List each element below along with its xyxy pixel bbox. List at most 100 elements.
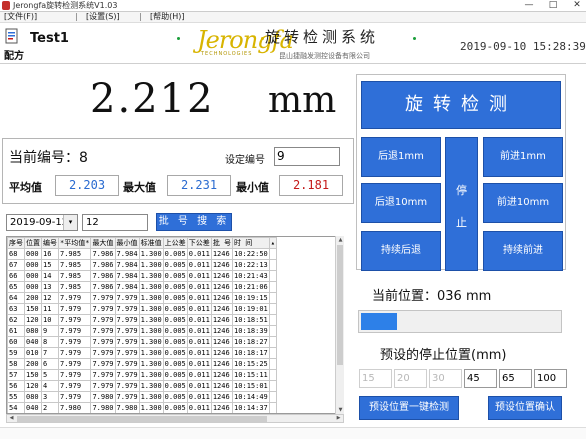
- table-cell: [268, 270, 277, 282]
- batch-number-input[interactable]: 12: [82, 214, 148, 231]
- test-name: Test1: [30, 31, 69, 46]
- table-cell: 200: [24, 358, 42, 370]
- minimize-button[interactable]: —: [522, 0, 536, 11]
- table-row[interactable]: 55 080 3 7.979 7.980 7.979 1.300 0.005 0.011 1246…: [7, 391, 277, 403]
- table-cell: 62: [7, 314, 25, 326]
- records-table[interactable]: 序号 位置 编号 *平均值* 最大值 最小值 标准值 上公差 下公差批 号时 间 ▴ 68 000 1…: [6, 236, 344, 414]
- set-number-input[interactable]: 9: [274, 147, 340, 166]
- back-10mm-button[interactable]: 后退10mm: [361, 183, 441, 223]
- logo-dot: [261, 37, 264, 40]
- table-row[interactable]: 58 200 6 7.979 7.979 7.979 1.300 0.005 0.011 1246…: [7, 358, 277, 370]
- table-cell: 7.985: [57, 270, 92, 282]
- table-column-header[interactable]: 批 号: [210, 237, 234, 249]
- scroll-down-icon[interactable]: ▼: [336, 406, 345, 414]
- table-cell: 10:15:25: [232, 358, 270, 370]
- preset-input-6[interactable]: 100: [534, 369, 567, 388]
- recipe-label[interactable]: 配方: [4, 47, 24, 62]
- table-row[interactable]: 68 000 16 7.985 7.986 7.984 1.300 0.005 0.011 124…: [7, 248, 277, 260]
- table-cell: 0.011: [186, 248, 212, 260]
- preset-input-4[interactable]: 45: [464, 369, 497, 388]
- continuous-back-button[interactable]: 持续后退: [361, 231, 441, 271]
- table-row[interactable]: 56 120 4 7.979 7.979 7.979 1.300 0.005 0.011 1246…: [7, 380, 277, 392]
- close-button[interactable]: ✕: [570, 0, 584, 11]
- table-cell: 1246: [210, 380, 234, 392]
- back-1mm-button[interactable]: 后退1mm: [361, 137, 441, 177]
- table-row[interactable]: 64 200 12 7.979 7.979 7.979 1.300 0.005 0.011 124…: [7, 292, 277, 304]
- table-cell: 58: [7, 358, 25, 370]
- table-cell: 7.979: [57, 292, 92, 304]
- table-cell: 0.005: [162, 325, 188, 337]
- preset-input-3[interactable]: 30: [429, 369, 462, 388]
- scroll-thumb[interactable]: [17, 416, 267, 422]
- table-cell: 7.979: [90, 336, 116, 348]
- table-cell: 080: [24, 325, 42, 337]
- table-row[interactable]: 61 080 9 7.979 7.979 7.979 1.300 0.005 0.011 1246…: [7, 325, 277, 337]
- table-cell: 1.300: [138, 248, 164, 260]
- table-column-header[interactable]: 上公差: [162, 237, 188, 249]
- scroll-up-icon[interactable]: ▲: [336, 236, 345, 244]
- document-icon[interactable]: [4, 28, 20, 45]
- table-cell: 150: [24, 303, 42, 315]
- table-cell: 080: [24, 391, 42, 403]
- table-column-header[interactable]: 时 间: [232, 237, 270, 249]
- table-cell: 0.011: [186, 402, 212, 413]
- table-row[interactable]: 65 000 13 7.985 7.986 7.984 1.300 0.005 0.011 124…: [7, 281, 277, 293]
- forward-1mm-button[interactable]: 前进1mm: [483, 137, 563, 177]
- stop-button[interactable]: 停 止: [445, 137, 478, 271]
- table-column-header[interactable]: 下公差: [186, 237, 212, 249]
- vertical-scrollbar[interactable]: ▲ ▼: [335, 236, 344, 414]
- forward-10mm-button[interactable]: 前进10mm: [483, 183, 563, 223]
- logo-subtitle: TECHNOLOGIES: [201, 51, 253, 57]
- table-cell: 10:22:13: [232, 259, 270, 271]
- company-logo: Jerongfa TECHNOLOGIES 旋转检测系统 昆山捷融发测控设备有限…: [177, 24, 417, 60]
- table-row[interactable]: 59 010 7 7.979 7.979 7.979 1.300 0.005 0.011 1246…: [7, 347, 277, 359]
- scroll-left-icon[interactable]: ◀: [7, 415, 16, 422]
- table-column-header[interactable]: *平均值*: [57, 237, 92, 249]
- table-column-header[interactable]: ▴: [268, 237, 277, 249]
- table-cell: [268, 358, 277, 370]
- preset-input-1[interactable]: 15: [359, 369, 392, 388]
- preset-confirm-button[interactable]: 预设位置确认: [488, 396, 562, 420]
- max-label: 最大值: [123, 181, 156, 194]
- table-column-header[interactable]: 标准值: [138, 237, 164, 249]
- scroll-right-icon[interactable]: ▶: [334, 415, 343, 422]
- table-row[interactable]: 66 000 14 7.985 7.986 7.984 1.300 0.005 0.011 124…: [7, 270, 277, 282]
- table-cell: [268, 380, 277, 392]
- table-column-header[interactable]: 序号: [7, 237, 25, 249]
- table-row[interactable]: 54 040 2 7.980 7.980 7.980 1.300 0.005 0.011 1246…: [7, 402, 277, 413]
- table-cell: 7.979: [57, 380, 92, 392]
- chevron-down-icon[interactable]: ▾: [63, 215, 77, 230]
- table-cell: 7.979: [114, 303, 140, 315]
- table-cell: 7: [41, 347, 59, 359]
- table-column-header[interactable]: 最大值: [90, 237, 116, 249]
- horizontal-scrollbar[interactable]: ◀ ▶: [6, 414, 344, 423]
- scroll-thumb[interactable]: [337, 245, 343, 365]
- preset-input-5[interactable]: 65: [499, 369, 532, 388]
- table-column-header[interactable]: 最小值: [114, 237, 140, 249]
- table-cell: 010: [24, 347, 42, 359]
- rotation-detect-button[interactable]: 旋转检测: [361, 81, 561, 129]
- menu-file[interactable]: [文件(F)]: [4, 12, 37, 22]
- table-column-header[interactable]: 位置: [24, 237, 42, 249]
- table-cell: 000: [24, 270, 42, 282]
- preset-detect-button[interactable]: 预设位置一键检测: [359, 396, 459, 420]
- table-cell: 0.011: [186, 325, 212, 337]
- batch-search-button[interactable]: 批 号 搜 索: [156, 213, 232, 231]
- table-row[interactable]: 62 120 10 7.979 7.979 7.979 1.300 0.005 0.011 124…: [7, 314, 277, 326]
- preset-input-2[interactable]: 20: [394, 369, 427, 388]
- continuous-forward-button[interactable]: 持续前进: [483, 231, 563, 271]
- table-cell: 1.300: [138, 259, 164, 271]
- table-row[interactable]: 57 150 5 7.979 7.979 7.979 1.300 0.005 0.011 1246…: [7, 369, 277, 381]
- date-picker[interactable]: 2019-09-12 ▾: [6, 214, 78, 231]
- table-cell: 1246: [210, 259, 234, 271]
- maximize-button[interactable]: □: [546, 0, 560, 11]
- table-column-header[interactable]: 编号: [41, 237, 59, 249]
- menu-help[interactable]: [帮助(H)]: [150, 12, 185, 22]
- table-cell: 1.300: [138, 314, 164, 326]
- table-row[interactable]: 67 000 15 7.985 7.986 7.984 1.300 0.005 0.011 124…: [7, 259, 277, 271]
- table-cell: 10:14:37: [232, 402, 270, 413]
- table-row[interactable]: 63 150 11 7.979 7.979 7.979 1.300 0.005 0.011 124…: [7, 303, 277, 315]
- table-cell: [268, 402, 277, 413]
- menu-settings[interactable]: [设置(S)]: [86, 12, 120, 22]
- table-row[interactable]: 60 040 8 7.979 7.979 7.979 1.300 0.005 0.011 1246…: [7, 336, 277, 348]
